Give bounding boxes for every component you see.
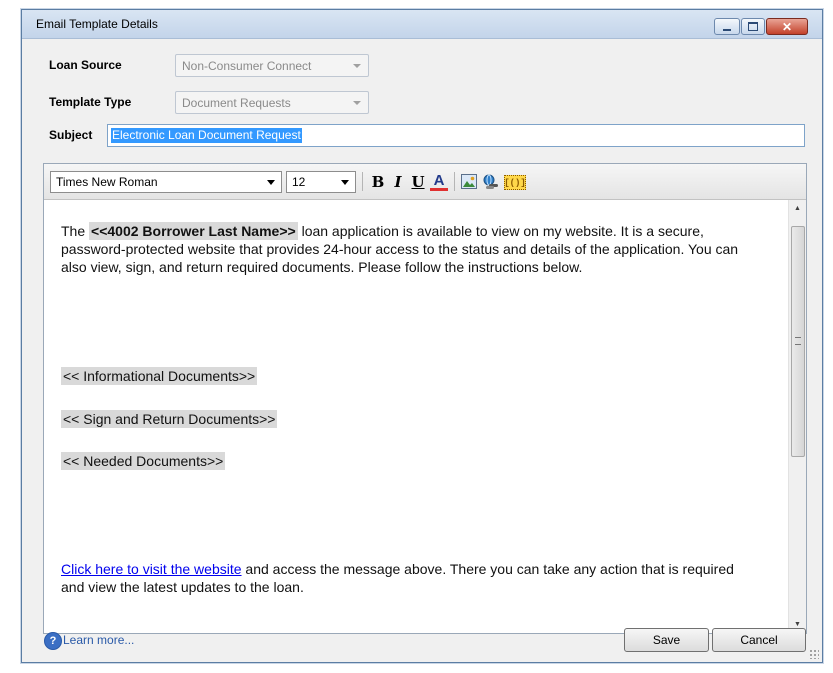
needed-docs-paragraph: << Needed Documents>> [61, 452, 751, 470]
font-size-select[interactable]: 12 [286, 171, 356, 193]
image-icon [461, 174, 477, 189]
editor-toolbar: Times New Roman 12 B I U A [()] [44, 164, 806, 200]
resize-grip-icon[interactable] [809, 649, 819, 659]
minimize-icon [715, 19, 739, 34]
chevron-down-icon [353, 64, 361, 68]
font-size-value: 12 [292, 175, 306, 189]
close-button[interactable]: ✕ [766, 18, 808, 35]
insert-link-button[interactable] [482, 172, 500, 191]
chevron-down-icon [267, 180, 275, 185]
rich-text-editor: Times New Roman 12 B I U A [()] The <<40… [43, 163, 807, 634]
scroll-up-icon[interactable]: ▲ [789, 200, 806, 217]
editor-content[interactable]: The <<4002 Borrower Last Name>> loan app… [44, 200, 789, 633]
maximize-button[interactable] [741, 18, 765, 35]
email-template-dialog: Email Template Details ✕ Loan Source Non… [21, 9, 823, 663]
insert-image-button[interactable] [460, 172, 478, 191]
font-family-select[interactable]: Times New Roman [50, 171, 282, 193]
dialog-body: Loan Source Non-Consumer Connect Templat… [22, 39, 822, 662]
learn-more-link[interactable]: Learn more... [63, 633, 134, 647]
save-button[interactable]: Save [624, 628, 709, 652]
sign-return-docs-paragraph: << Sign and Return Documents>> [61, 410, 751, 428]
minimize-button[interactable] [714, 18, 740, 35]
informational-docs-paragraph: << Informational Documents>> [61, 367, 751, 385]
website-link[interactable]: Click here to visit the website [61, 561, 242, 577]
template-type-label: Template Type [49, 95, 132, 109]
intro-text-before: The [61, 223, 90, 239]
needed-docs-placeholder[interactable]: << Needed Documents>> [61, 452, 226, 470]
borrower-last-name-field[interactable]: <<4002 Borrower Last Name>> [89, 222, 298, 240]
font-color-icon: A [433, 171, 445, 189]
bold-icon: B [371, 172, 385, 191]
field-code-icon: [()] [504, 177, 526, 188]
subject-value: Electronic Loan Document Request [111, 128, 302, 143]
loan-source-value: Non-Consumer Connect [182, 59, 312, 73]
maximize-icon [742, 19, 764, 34]
loan-source-select[interactable]: Non-Consumer Connect [175, 54, 369, 77]
closing-paragraph: Click here to visit the website and acce… [61, 560, 751, 596]
bold-button[interactable]: B [370, 172, 386, 191]
cancel-button[interactable]: Cancel [712, 628, 806, 652]
underline-icon: U [411, 172, 425, 191]
toolbar-divider [454, 172, 455, 191]
title-bar[interactable]: Email Template Details ✕ [22, 10, 822, 39]
chevron-down-icon [353, 101, 361, 105]
font-color-button[interactable]: A [430, 172, 448, 191]
close-icon: ✕ [781, 19, 793, 34]
intro-paragraph: The <<4002 Borrower Last Name>> loan app… [61, 222, 751, 276]
subject-input[interactable]: Electronic Loan Document Request [107, 124, 805, 147]
italic-button[interactable]: I [390, 172, 406, 191]
underline-button[interactable]: U [410, 172, 426, 191]
chevron-down-icon [341, 180, 349, 185]
template-type-select[interactable]: Document Requests [175, 91, 369, 114]
template-type-value: Document Requests [182, 96, 291, 110]
scroll-thumb[interactable] [791, 226, 805, 457]
italic-icon: I [394, 172, 402, 191]
insert-field-button[interactable]: [()] [504, 175, 526, 190]
grip-icon [795, 337, 801, 345]
help-icon[interactable]: ? [44, 632, 62, 650]
informational-docs-placeholder[interactable]: << Informational Documents>> [61, 367, 258, 385]
editor-scrollbar[interactable]: ▲ ▼ [788, 200, 806, 633]
subject-label: Subject [49, 128, 93, 142]
toolbar-divider [362, 172, 363, 191]
window-title: Email Template Details [36, 17, 158, 31]
sign-return-docs-placeholder[interactable]: << Sign and Return Documents>> [61, 410, 278, 428]
loan-source-label: Loan Source [49, 58, 122, 72]
font-family-value: Times New Roman [56, 175, 158, 189]
link-icon [483, 174, 498, 189]
